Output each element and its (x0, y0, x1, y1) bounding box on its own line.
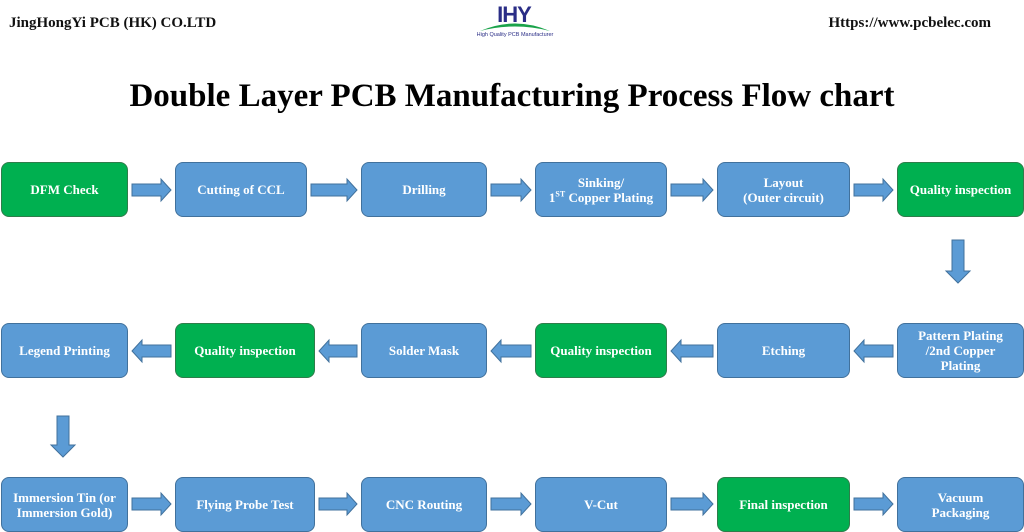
step-solder-mask: Solder Mask (361, 323, 487, 378)
step-quality-inspection-1: Quality inspection (897, 162, 1024, 217)
step-label-line1: Layout (763, 174, 804, 190)
step-cutting-of-ccl: Cutting of CCL (175, 162, 307, 217)
step-label: Final inspection (739, 497, 828, 512)
step-vacuum-packaging: Vacuum Packaging (897, 477, 1024, 532)
step-cnc-routing: CNC Routing (361, 477, 487, 532)
step-label: Drilling (402, 182, 446, 197)
step-label-line1: Sinking/ (577, 174, 625, 190)
step-label: Quality inspection (909, 182, 1012, 197)
arrow-left-icon (131, 338, 172, 364)
step-legend-printing: Legend Printing (1, 323, 128, 378)
arrow-right-icon (670, 177, 714, 203)
step-label-line2: /2nd Copper (925, 343, 996, 358)
step-label-line2-suffix: Copper Plating (565, 189, 654, 205)
step-label: Quality inspection (550, 343, 652, 358)
step-flying-probe-test: Flying Probe Test (175, 477, 315, 532)
arrow-right-icon (853, 177, 894, 203)
step-label-line2-sup: ST (555, 189, 566, 199)
arrow-right-icon (490, 491, 532, 517)
arrow-left-icon (490, 338, 532, 364)
step-quality-inspection-3: Quality inspection (175, 323, 315, 378)
step-label-line2: Immersion Gold) (16, 504, 113, 520)
step-label-line2: (Outer circuit) (743, 189, 824, 205)
step-pattern-plating: Pattern Plating /2nd Copper Plating (897, 323, 1024, 378)
step-quality-inspection-2: Quality inspection (535, 323, 667, 378)
arrow-right-icon (131, 491, 172, 517)
arrow-right-icon (131, 177, 172, 203)
step-label: DFM Check (30, 182, 99, 197)
step-label: Quality inspection (194, 343, 296, 358)
step-label: Etching (761, 343, 806, 358)
step-label-line3: Plating (940, 358, 981, 373)
step-label: Flying Probe Test (196, 497, 294, 512)
step-immersion-tin: Immersion Tin (or Immersion Gold) (1, 477, 128, 532)
step-label: Cutting of CCL (197, 182, 285, 197)
arrow-right-icon (853, 491, 894, 517)
arrow-right-icon (318, 491, 358, 517)
step-label-line2: Packaging (931, 504, 990, 520)
step-drilling: Drilling (361, 162, 487, 217)
step-label-line1: Pattern Plating (918, 328, 1003, 343)
step-label-line1: Immersion Tin (or (13, 489, 116, 505)
step-label: Solder Mask (388, 343, 460, 358)
flow-arrows (49, 177, 972, 517)
arrow-left-icon (853, 338, 894, 364)
step-dfm-check: DFM Check (1, 162, 128, 217)
step-label-line1: Vacuum (937, 489, 984, 505)
step-v-cut: V-Cut (535, 477, 667, 532)
arrow-down-icon (944, 239, 972, 284)
step-sinking-copper-plating: Sinking/ 1ST Copper Plating (535, 162, 667, 217)
arrow-right-icon (310, 177, 358, 203)
arrow-right-icon (490, 177, 532, 203)
step-label: CNC Routing (385, 497, 463, 512)
step-label: Legend Printing (19, 343, 110, 358)
arrow-down-icon (49, 415, 77, 458)
step-label: V-Cut (584, 497, 618, 512)
arrow-left-icon (670, 338, 714, 364)
arrow-left-icon (318, 338, 358, 364)
step-final-inspection: Final inspection (717, 477, 850, 532)
step-layout-outer-circuit: Layout (Outer circuit) (717, 162, 850, 217)
step-etching: Etching (717, 323, 850, 378)
arrow-right-icon (670, 491, 714, 517)
